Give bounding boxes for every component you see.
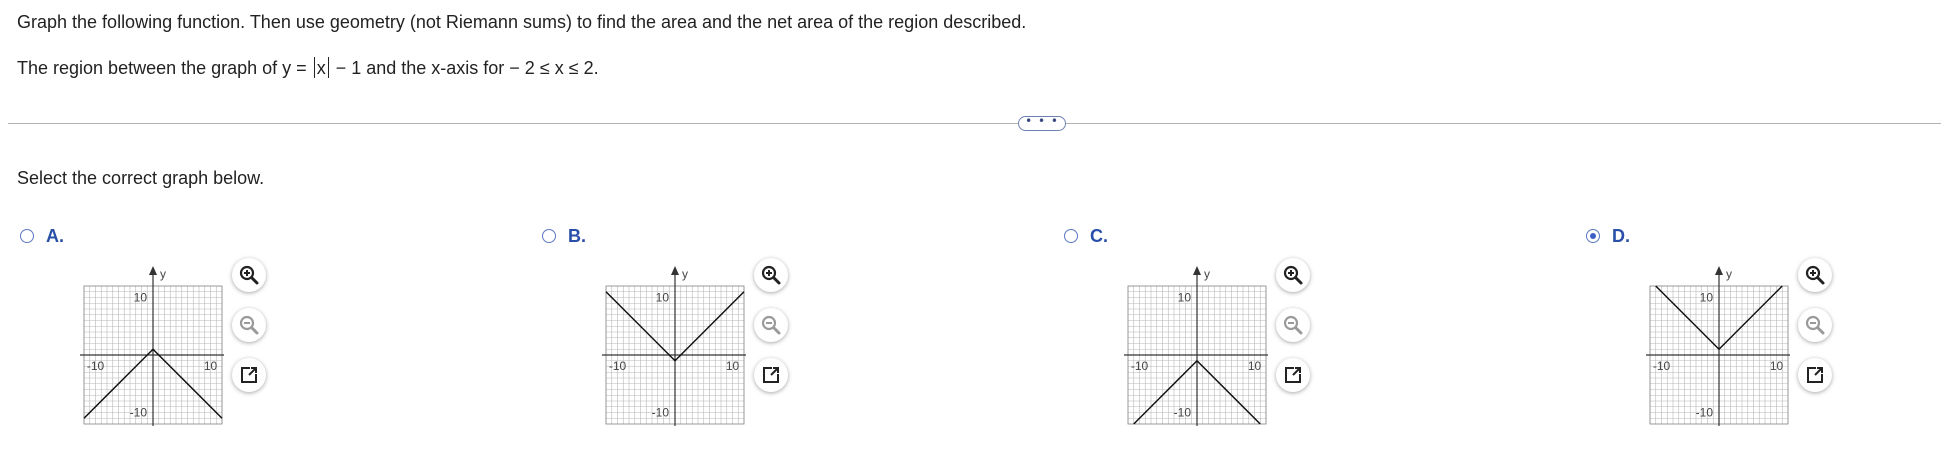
zoom-out-icon bbox=[760, 314, 782, 336]
zoom-out-button[interactable] bbox=[1798, 308, 1832, 342]
y-min-tick-label: -10 bbox=[130, 406, 148, 420]
x-min-tick-label: -10 bbox=[1653, 359, 1671, 373]
x-max-tick-label: 10 bbox=[726, 359, 740, 373]
option-graph: yx10-10-1010 bbox=[1610, 260, 1810, 435]
option-radio[interactable] bbox=[1064, 229, 1078, 243]
zoom-out-button[interactable] bbox=[754, 308, 788, 342]
y-max-tick-label: 10 bbox=[134, 291, 148, 305]
expand-collapse-button[interactable]: • • • bbox=[1018, 115, 1066, 131]
question-region-x: x bbox=[316, 58, 326, 78]
option-graph: yx10-10-1010 bbox=[566, 260, 766, 435]
function-graph: yx10-10-1010 bbox=[1646, 266, 1810, 426]
x-max-tick-label: 10 bbox=[204, 359, 218, 373]
y-axis-arrow bbox=[1193, 266, 1201, 275]
option-letter[interactable]: A. bbox=[46, 226, 64, 247]
function-graph: yx10-10-1010 bbox=[602, 266, 766, 426]
zoom-out-icon bbox=[1282, 314, 1304, 336]
popout-button[interactable] bbox=[1276, 358, 1310, 392]
question-region-prefix: The region between the graph of y = bbox=[17, 58, 312, 78]
zoom-in-button[interactable] bbox=[1276, 258, 1310, 292]
y-axis-arrow bbox=[1715, 266, 1723, 275]
option-graph: yx10-10-1010 bbox=[44, 260, 244, 435]
answer-option-a[interactable]: A.yx10-10-1010 bbox=[20, 226, 320, 446]
zoom-out-icon bbox=[1804, 314, 1826, 336]
function-graph: yx10-10-1010 bbox=[80, 266, 244, 426]
popout-icon bbox=[760, 364, 782, 386]
answer-option-c[interactable]: C.yx10-10-1010 bbox=[1064, 226, 1364, 446]
zoom-in-icon bbox=[238, 264, 260, 286]
popout-icon bbox=[238, 364, 260, 386]
answer-option-b[interactable]: B.yx10-10-1010 bbox=[542, 226, 842, 446]
function-graph: yx10-10-1010 bbox=[1124, 266, 1288, 426]
section-divider bbox=[8, 123, 1941, 124]
popout-button[interactable] bbox=[1798, 358, 1832, 392]
abs-bar-left bbox=[313, 57, 315, 78]
x-min-tick-label: -10 bbox=[87, 359, 105, 373]
zoom-out-button[interactable] bbox=[1276, 308, 1310, 342]
option-radio[interactable] bbox=[1586, 229, 1600, 243]
y-axis-label: y bbox=[1726, 267, 1732, 281]
y-min-tick-label: -10 bbox=[652, 406, 670, 420]
popout-icon bbox=[1804, 364, 1826, 386]
zoom-in-button[interactable] bbox=[1798, 258, 1832, 292]
popout-button[interactable] bbox=[754, 358, 788, 392]
y-max-tick-label: 10 bbox=[1700, 291, 1714, 305]
y-axis-arrow bbox=[671, 266, 679, 275]
option-letter[interactable]: B. bbox=[568, 226, 586, 247]
option-radio[interactable] bbox=[542, 229, 556, 243]
option-letter[interactable]: D. bbox=[1612, 226, 1630, 247]
x-max-tick-label: 10 bbox=[1770, 359, 1784, 373]
x-max-tick-label: 10 bbox=[1248, 359, 1262, 373]
y-max-tick-label: 10 bbox=[1178, 291, 1192, 305]
question-region-suffix: − 1 and the x-axis for − 2 ≤ x ≤ 2. bbox=[330, 58, 599, 78]
y-min-tick-label: -10 bbox=[1696, 406, 1714, 420]
zoom-out-button[interactable] bbox=[232, 308, 266, 342]
zoom-in-button[interactable] bbox=[232, 258, 266, 292]
zoom-in-icon bbox=[1282, 264, 1304, 286]
question-region: The region between the graph of y = x − … bbox=[17, 57, 599, 79]
answer-option-d[interactable]: D.yx10-10-1010 bbox=[1586, 226, 1886, 446]
x-min-tick-label: -10 bbox=[609, 359, 627, 373]
popout-icon bbox=[1282, 364, 1304, 386]
y-min-tick-label: -10 bbox=[1174, 406, 1192, 420]
zoom-out-icon bbox=[238, 314, 260, 336]
option-radio[interactable] bbox=[20, 229, 34, 243]
popout-button[interactable] bbox=[232, 358, 266, 392]
question-instruction: Graph the following function. Then use g… bbox=[17, 12, 1027, 32]
y-axis-arrow bbox=[149, 266, 157, 275]
option-letter[interactable]: C. bbox=[1090, 226, 1108, 247]
x-min-tick-label: -10 bbox=[1131, 359, 1149, 373]
y-axis-label: y bbox=[1204, 267, 1210, 281]
option-graph: yx10-10-1010 bbox=[1088, 260, 1288, 435]
zoom-in-button[interactable] bbox=[754, 258, 788, 292]
abs-bar-right bbox=[327, 57, 329, 78]
zoom-in-icon bbox=[760, 264, 782, 286]
y-axis-label: y bbox=[682, 267, 688, 281]
y-max-tick-label: 10 bbox=[656, 291, 670, 305]
select-prompt: Select the correct graph below. bbox=[17, 168, 265, 188]
y-axis-label: y bbox=[160, 267, 166, 281]
zoom-in-icon bbox=[1804, 264, 1826, 286]
